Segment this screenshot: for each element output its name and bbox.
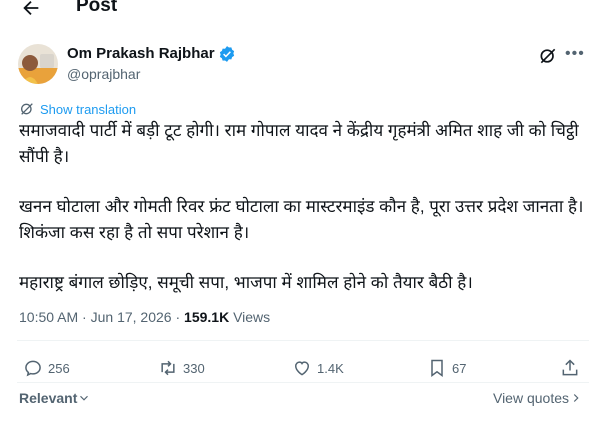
- reply-count: 256: [48, 360, 70, 376]
- chevron-right-icon: [573, 394, 579, 402]
- view-quotes-link[interactable]: View quotes: [493, 390, 583, 406]
- page-title: Post: [76, 0, 118, 16]
- more-icon[interactable]: •••: [565, 44, 585, 64]
- verified-badge-icon: [219, 46, 234, 62]
- share-button[interactable]: [560, 356, 585, 380]
- repost-button[interactable]: 330: [158, 356, 205, 380]
- like-button[interactable]: 1.4K: [292, 356, 344, 380]
- grok-icon[interactable]: [538, 46, 558, 66]
- avatar-image: [18, 44, 58, 84]
- back-arrow-icon[interactable]: [20, 0, 42, 19]
- post-text: समाजवादी पार्टी में बड़ी टूट होगी। राम ग…: [19, 118, 589, 296]
- author-info[interactable]: Om Prakash Rajbhar @oprajbhar: [67, 44, 236, 84]
- bookmark-button[interactable]: 67: [427, 356, 466, 380]
- relevant-label: Relevant: [19, 390, 78, 406]
- action-bar: 256 330 1.4K 67: [0, 356, 607, 380]
- translate-icon: [21, 103, 33, 115]
- like-count: 1.4K: [317, 360, 344, 376]
- bookmark-icon: [431, 359, 443, 377]
- repost-icon: [161, 360, 175, 376]
- like-icon: [294, 361, 310, 376]
- divider: [17, 340, 589, 341]
- show-translation-label: Show translation: [40, 101, 137, 117]
- chevron-down-icon: [80, 395, 89, 401]
- post-paragraph-3: महाराष्ट्र बंगाल छोड़िए, समूची सपा, भाजप…: [19, 273, 473, 292]
- views-label: Views: [233, 309, 271, 325]
- avatar[interactable]: [18, 44, 58, 84]
- views-count[interactable]: 159.1K: [184, 309, 229, 325]
- divider-2: [17, 382, 589, 383]
- author-name[interactable]: Om Prakash Rajbhar: [67, 44, 215, 64]
- view-quotes-label: View quotes: [492, 390, 569, 406]
- post-paragraph-2: खनन घोटाला और गोमती रिवर फ्रंट घोटाला का…: [19, 197, 589, 242]
- meta-separator-2: ·: [175, 309, 181, 325]
- post-meta: 10:50 AM · Jun 17, 2026 · 159.1K Views: [19, 307, 270, 327]
- post-time[interactable]: 10:50 AM: [19, 309, 78, 325]
- reply-button[interactable]: 256: [23, 356, 70, 380]
- share-icon: [562, 359, 578, 376]
- sort-relevant-dropdown[interactable]: Relevant: [19, 390, 91, 406]
- author-handle[interactable]: @oprajbhar: [67, 64, 236, 84]
- top-bar: Post: [0, 0, 607, 20]
- reply-icon: [25, 360, 41, 377]
- show-translation-link[interactable]: Show translation: [19, 101, 136, 117]
- post-paragraph-1: समाजवादी पार्टी में बड़ी टूट होगी। राम ग…: [19, 121, 584, 166]
- meta-separator: ·: [82, 309, 87, 325]
- repost-count: 330: [183, 360, 205, 376]
- bookmark-count: 67: [452, 360, 467, 376]
- post-date[interactable]: Jun 17, 2026: [91, 309, 172, 325]
